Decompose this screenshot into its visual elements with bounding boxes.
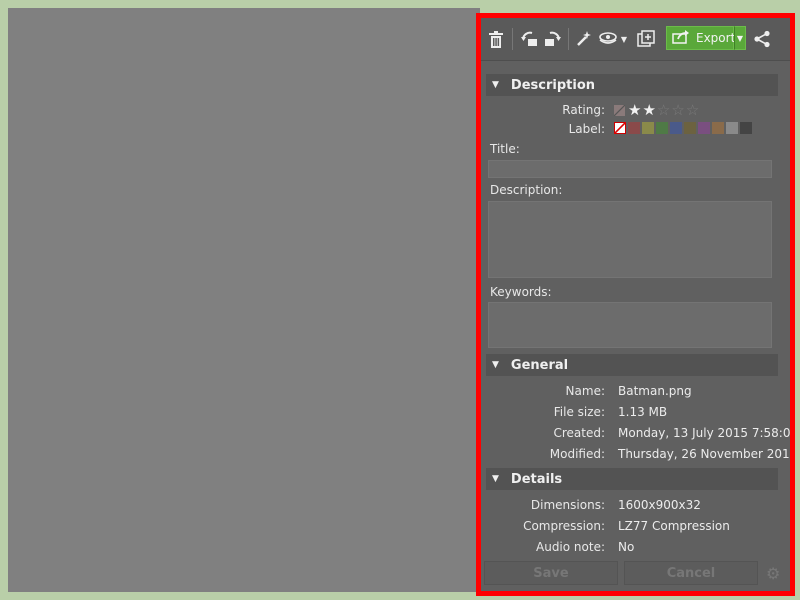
info-row-label: Audio note: xyxy=(536,540,605,554)
magic-wand-icon[interactable] xyxy=(574,28,594,50)
label-label: Label: xyxy=(568,122,605,136)
trash-icon[interactable] xyxy=(488,28,504,50)
share-icon[interactable] xyxy=(752,28,772,50)
info-row-label: Dimensions: xyxy=(530,498,605,512)
description-field[interactable] xyxy=(488,201,772,278)
rating-stars[interactable]: ★ ★ ☆ ☆ ☆ xyxy=(614,103,700,118)
color-label-swatch[interactable] xyxy=(628,122,640,134)
color-label-swatch[interactable] xyxy=(684,122,696,134)
settings-gear-icon[interactable]: ⚙ xyxy=(766,564,780,583)
description-field-label: Description: xyxy=(490,183,563,197)
color-label-swatches xyxy=(614,122,754,134)
star-icon[interactable]: ☆ xyxy=(671,103,684,118)
info-row-value: Thursday, 26 November 2015 xyxy=(618,447,794,461)
info-row-value: Batman.png xyxy=(618,384,692,398)
info-row-value: Monday, 13 July 2015 7:58:09 xyxy=(618,426,794,440)
collapse-triangle-icon: ▼ xyxy=(492,474,499,484)
title-field-label: Title: xyxy=(490,142,520,156)
color-label-swatch[interactable] xyxy=(670,122,682,134)
toolbar-divider xyxy=(568,28,569,50)
image-viewer-area xyxy=(8,8,480,592)
export-label: Export xyxy=(696,31,736,45)
general-section-header[interactable]: ▼ General xyxy=(486,354,778,376)
description-section-header[interactable]: ▼ Description xyxy=(486,74,778,96)
info-row-label: Compression: xyxy=(523,519,605,533)
star-icon[interactable]: ☆ xyxy=(686,103,699,118)
cancel-button[interactable]: Cancel xyxy=(624,561,758,585)
properties-panel: ▼ Export ▼ ▼ Description Rating: ★ ★ ☆ ☆… xyxy=(478,15,794,595)
color-label-swatch[interactable] xyxy=(712,122,724,134)
rotate-right-icon[interactable] xyxy=(542,28,562,50)
stack-icon[interactable] xyxy=(598,28,618,50)
info-row-label: Created: xyxy=(553,426,605,440)
add-frame-icon[interactable] xyxy=(636,28,656,50)
section-title: General xyxy=(510,357,569,373)
info-row-label: Name: xyxy=(565,384,605,398)
export-button[interactable]: Export xyxy=(666,26,736,50)
info-row-value: LZ77 Compression xyxy=(618,519,730,533)
star-icon[interactable]: ★ xyxy=(628,103,641,118)
details-section-header[interactable]: ▼ Details xyxy=(486,468,778,490)
info-row-label: File size: xyxy=(553,405,605,419)
no-label-swatch[interactable] xyxy=(614,122,626,134)
save-button[interactable]: Save xyxy=(484,561,618,585)
color-label-swatch[interactable] xyxy=(698,122,710,134)
keywords-field[interactable] xyxy=(488,302,772,348)
info-row-value: 1600x900x32 xyxy=(618,498,701,512)
toolbar-divider xyxy=(512,28,513,50)
no-rating-icon[interactable] xyxy=(614,105,625,116)
collapse-triangle-icon: ▼ xyxy=(492,360,499,370)
color-label-swatch[interactable] xyxy=(740,122,752,134)
section-title: Description xyxy=(510,77,596,93)
color-label-swatch[interactable] xyxy=(726,122,738,134)
info-row-label: Modified: xyxy=(549,447,605,461)
star-icon[interactable]: ★ xyxy=(642,103,655,118)
section-title: Details xyxy=(510,471,563,487)
dropdown-caret-icon[interactable]: ▼ xyxy=(620,28,628,50)
info-row-value: No xyxy=(618,540,635,554)
info-row-value: 1.13 MB xyxy=(618,405,668,419)
rating-label: Rating: xyxy=(562,103,605,117)
export-dropdown-caret-icon[interactable]: ▼ xyxy=(734,26,746,50)
export-icon xyxy=(672,29,690,47)
collapse-triangle-icon: ▼ xyxy=(492,80,499,90)
title-field[interactable] xyxy=(488,160,772,178)
toolbar: ▼ Export ▼ xyxy=(478,15,794,61)
color-label-swatch[interactable] xyxy=(656,122,668,134)
rotate-left-icon[interactable] xyxy=(520,28,540,50)
color-label-swatch[interactable] xyxy=(642,122,654,134)
star-icon[interactable]: ☆ xyxy=(657,103,670,118)
keywords-field-label: Keywords: xyxy=(490,285,552,299)
